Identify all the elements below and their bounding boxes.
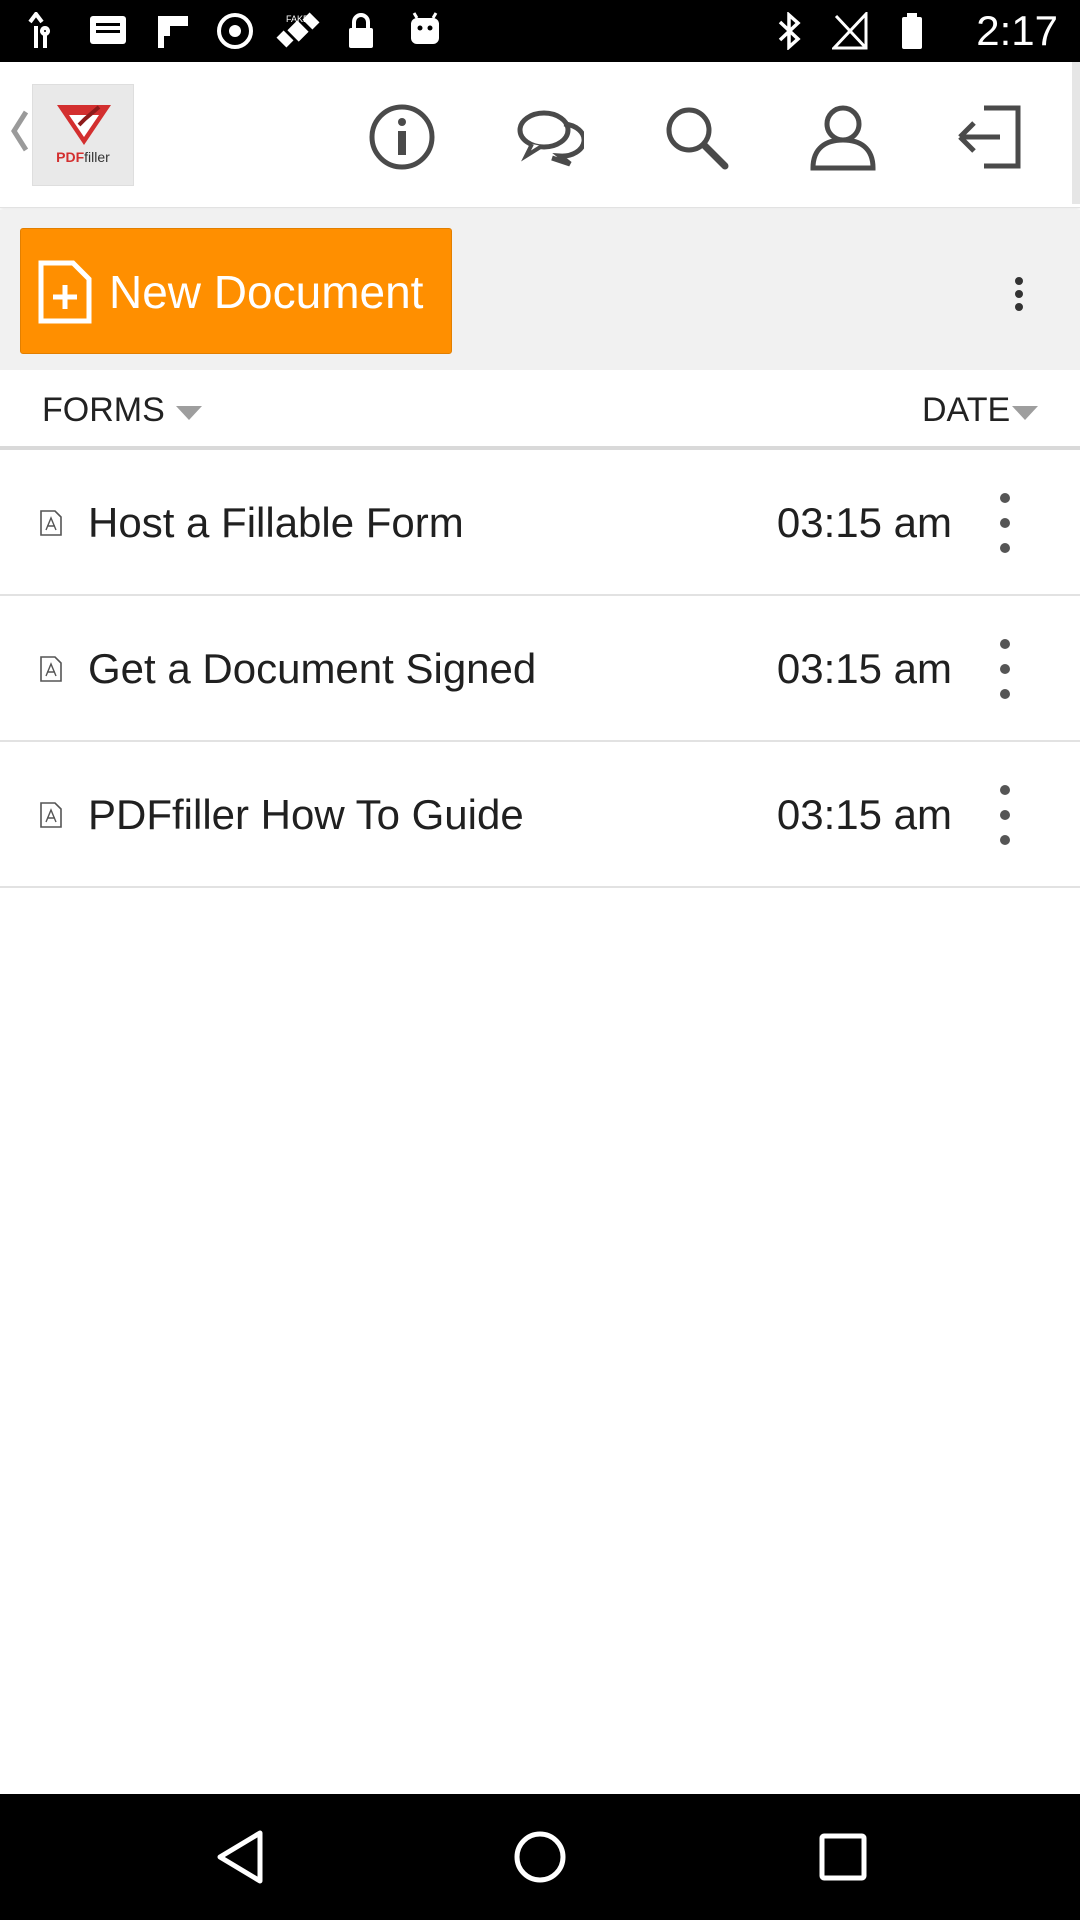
signal-icon [28, 12, 50, 48]
document-list: Host a Fillable Form 03:15 am Get a Docu… [0, 450, 1080, 888]
logout-icon[interactable] [956, 102, 1026, 172]
app-bar: PDFfiller [0, 62, 1080, 208]
recents-square-icon[interactable] [813, 1827, 873, 1887]
status-time: 2:17 [976, 7, 1058, 54]
account-icon[interactable] [808, 102, 878, 172]
pdffiller-logo[interactable]: PDFfiller [32, 84, 134, 186]
search-icon[interactable] [661, 102, 731, 172]
pdf-file-icon [40, 656, 62, 682]
bluetooth-icon [778, 12, 801, 50]
item-menu-icon[interactable] [990, 636, 1020, 702]
lock-icon [349, 13, 373, 48]
navigation-bar [0, 1794, 1080, 1920]
new-document-button[interactable]: New Document [20, 228, 452, 354]
document-time: 03:15 am [776, 791, 952, 838]
settings-icon [217, 13, 253, 49]
sort-forms-label: FORMS [42, 391, 165, 429]
action-row: New Document FORMS DATE [0, 210, 1080, 429]
status-bar: FAKE 2:17 [0, 0, 1080, 62]
document-time: 03:15 am [776, 645, 952, 692]
back-triangle-icon[interactable] [210, 1827, 270, 1887]
more-options-icon[interactable] [1012, 274, 1026, 314]
pdf-file-icon [40, 802, 62, 828]
cellular-off-icon [832, 12, 868, 50]
logo-mark-icon [57, 105, 111, 145]
scroll-edge [1072, 62, 1080, 204]
list-item[interactable]: PDFfiller How To Guide 03:15 am [0, 742, 1080, 888]
svg-text:FAKE: FAKE [286, 14, 309, 24]
chevron-left-icon[interactable] [8, 106, 32, 156]
android-icon [411, 12, 439, 44]
caret-down-icon [176, 406, 202, 420]
sort-forms-dropdown[interactable]: FORMS [42, 390, 165, 430]
item-menu-icon[interactable] [990, 782, 1020, 848]
document-title: PDFfiller How To Guide [88, 791, 524, 838]
list-item[interactable]: Host a Fillable Form 03:15 am [0, 450, 1080, 596]
item-menu-icon[interactable] [990, 490, 1020, 556]
new-file-icon [38, 260, 92, 324]
document-title: Host a Fillable Form [88, 499, 464, 546]
message-icon [90, 16, 126, 44]
new-document-label: New Document [109, 266, 424, 318]
info-icon[interactable] [367, 102, 437, 172]
logo-text: PDFfiller [56, 149, 110, 165]
caret-down-icon [1012, 406, 1038, 420]
document-time: 03:15 am [776, 499, 952, 546]
chat-icon[interactable] [514, 102, 584, 172]
document-title: Get a Document Signed [88, 645, 537, 692]
sort-date-label: DATE [922, 391, 1011, 429]
home-circle-icon[interactable] [510, 1827, 570, 1887]
flipboard-icon [158, 16, 188, 48]
satellite-icon: FAKE [276, 12, 320, 48]
pdf-file-icon [40, 510, 62, 536]
sort-date-dropdown[interactable]: DATE [922, 390, 1010, 430]
list-item[interactable]: Get a Document Signed 03:15 am [0, 596, 1080, 742]
battery-icon [902, 13, 922, 49]
